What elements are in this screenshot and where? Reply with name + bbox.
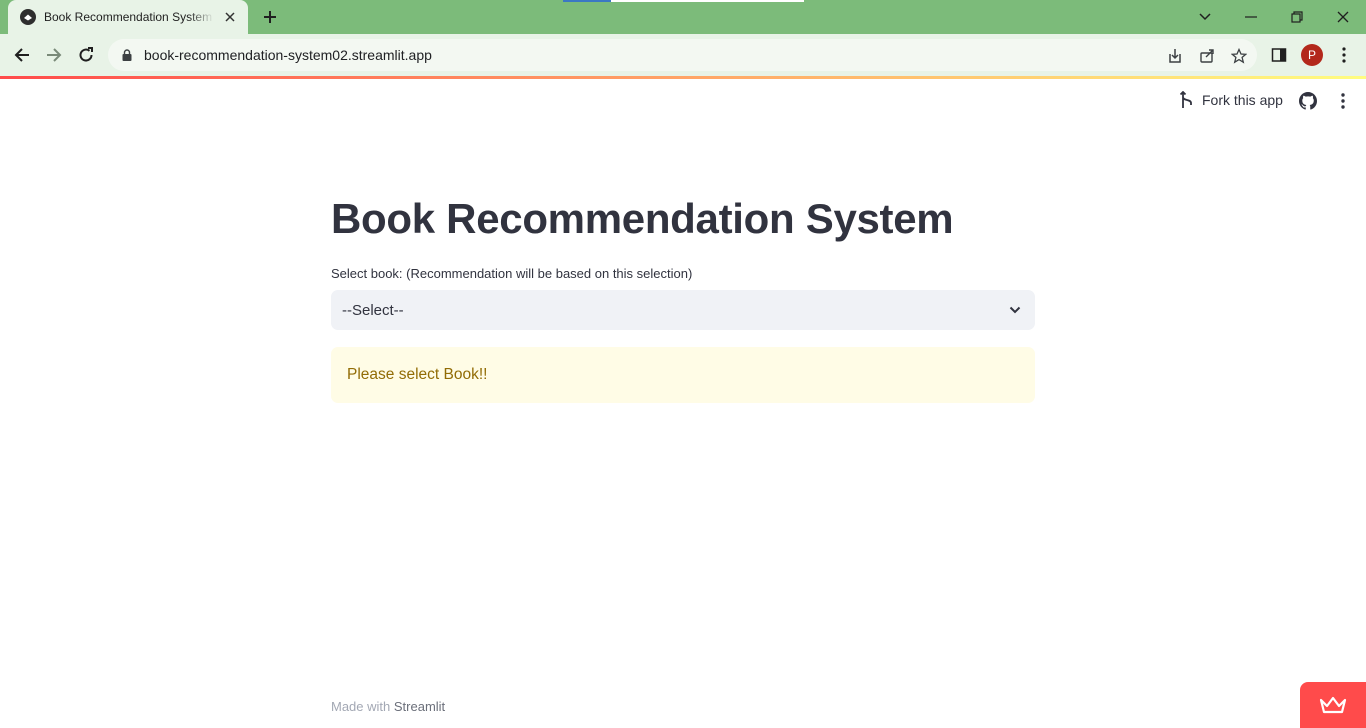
- browser-toolbar: book-recommendation-system02.streamlit.a…: [0, 34, 1366, 76]
- footer-prefix: Made with: [331, 699, 391, 714]
- forward-icon[interactable]: [42, 43, 66, 67]
- side-panel-icon[interactable]: [1270, 46, 1288, 64]
- browser-tab[interactable]: Book Recommendation System · Streamlit: [8, 0, 248, 34]
- warning-alert: Please select Book!!: [331, 347, 1035, 403]
- streamlit-favicon-icon: [20, 9, 36, 25]
- browser-menu-icon[interactable]: [1335, 46, 1353, 64]
- close-window-icon[interactable]: [1331, 5, 1355, 29]
- address-bar[interactable]: book-recommendation-system02.streamlit.a…: [108, 39, 1257, 71]
- book-select-dropdown[interactable]: --Select--: [331, 290, 1035, 330]
- fork-icon: [1180, 91, 1192, 108]
- streamlit-crown-button[interactable]: [1300, 682, 1366, 728]
- new-tab-icon[interactable]: [258, 5, 282, 29]
- tab-close-icon[interactable]: [222, 9, 238, 25]
- page-title: Book Recommendation System: [331, 195, 954, 242]
- footer: Made with Streamlit: [331, 699, 445, 714]
- titlebar-highlight: [563, 0, 611, 2]
- minimize-icon[interactable]: [1239, 5, 1263, 29]
- back-icon[interactable]: [10, 43, 34, 67]
- select-book-label: Select book: (Recommendation will be bas…: [331, 266, 693, 281]
- kebab-menu-icon[interactable]: [1334, 92, 1352, 110]
- reload-icon[interactable]: [74, 43, 98, 67]
- streamlit-link[interactable]: Streamlit: [394, 699, 445, 714]
- share-icon[interactable]: [1198, 47, 1216, 65]
- alert-text: Please select Book!!: [347, 366, 488, 383]
- github-icon[interactable]: [1299, 92, 1317, 110]
- main-content: Book Recommendation System Select book: …: [331, 190, 1035, 403]
- titlebar-highlight: [611, 0, 804, 2]
- lock-icon[interactable]: [120, 48, 134, 62]
- tab-search-chevron-icon[interactable]: [1193, 5, 1217, 29]
- chevron-down-icon[interactable]: [1007, 302, 1023, 318]
- browser-titlebar: Book Recommendation System · Streamlit: [0, 0, 1366, 34]
- bookmark-star-icon[interactable]: [1230, 47, 1248, 65]
- fork-app-button[interactable]: Fork this app: [1180, 91, 1283, 109]
- restore-icon[interactable]: [1285, 5, 1309, 29]
- fork-label: Fork this app: [1202, 92, 1283, 108]
- profile-avatar[interactable]: P: [1301, 44, 1323, 66]
- select-value: --Select--: [342, 301, 404, 319]
- tab-title: Book Recommendation System · Streamlit: [44, 10, 214, 24]
- url-text: book-recommendation-system02.streamlit.a…: [144, 47, 432, 63]
- install-app-icon[interactable]: [1166, 47, 1184, 65]
- streamlit-header: Fork this app: [0, 79, 1366, 125]
- crown-icon: [1319, 696, 1347, 714]
